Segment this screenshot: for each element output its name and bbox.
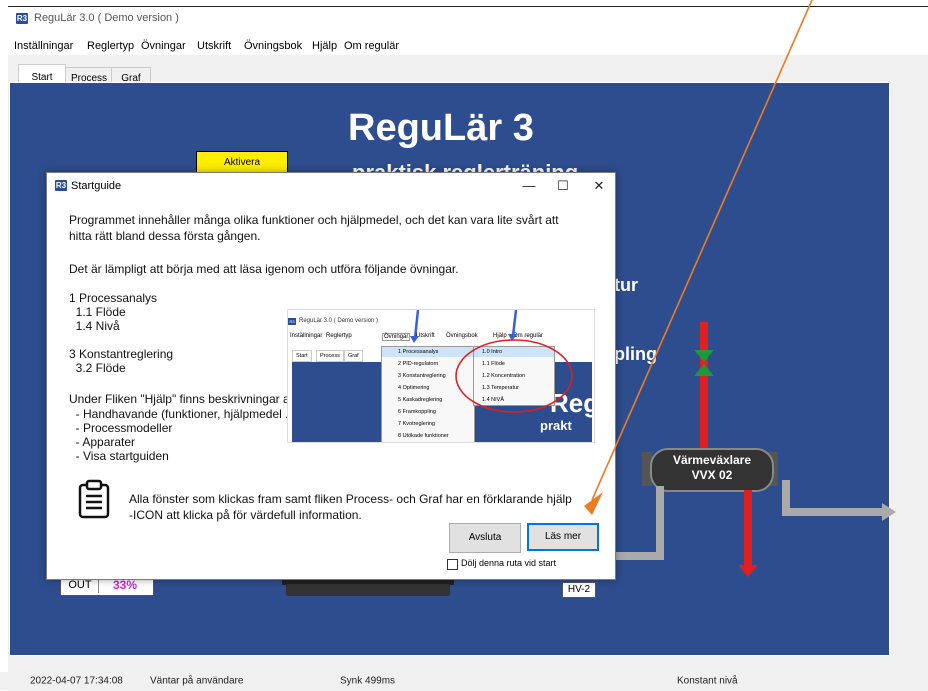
menu-installningar[interactable]: Inställningar bbox=[14, 40, 73, 52]
hot-return-pipe bbox=[744, 490, 752, 568]
menu-reglertyp[interactable]: Reglertyp bbox=[87, 40, 134, 52]
status-sync: Synk 499ms bbox=[340, 675, 396, 687]
close-button[interactable]: ✕ bbox=[587, 177, 611, 195]
exercise-item: 3 Konstantreglering bbox=[69, 347, 174, 361]
intro-line-2: hitta rätt bland dessa första gången. bbox=[69, 229, 261, 243]
help-item: - Processmodeller bbox=[69, 421, 173, 435]
menu-bar: Inställningar Reglertyp Övningar Utskrif… bbox=[8, 29, 928, 55]
exercise-item: 1.1 Flöde bbox=[69, 305, 126, 319]
blue-arrow-head-shape bbox=[410, 336, 419, 343]
intro-line-1: Programmet innehåller många olika funkti… bbox=[69, 213, 559, 227]
exercise-item: 1 Processanalys bbox=[69, 291, 158, 305]
help-item: - Handhavande (funktioner, hjälpmedel ..… bbox=[69, 407, 296, 421]
exercise-item: 1.4 Nivå bbox=[69, 319, 120, 333]
title-bar: R3 ReguLär 3.0 ( Demo version ) bbox=[8, 7, 928, 29]
help-item: - Apparater bbox=[69, 435, 136, 449]
menu-om-regular[interactable]: Om regulär bbox=[344, 40, 399, 52]
status-timestamp: 2022-04-07 17:34:08 bbox=[30, 675, 123, 687]
clipboard-icon bbox=[78, 479, 110, 519]
help-intro: Under Fliken "Hjälp" finns beskrivningar… bbox=[69, 392, 296, 406]
outlet-pipe bbox=[782, 508, 882, 516]
hide-at-start-checkbox[interactable] bbox=[447, 559, 458, 570]
footer-line-1: Alla fönster som klickas fram samt flike… bbox=[129, 492, 572, 506]
maximize-button[interactable]: ☐ bbox=[551, 177, 575, 195]
blue-arrow-shape bbox=[413, 310, 420, 339]
status-mode: Konstant nivå bbox=[677, 675, 738, 687]
footer-line-2: -ICON att klicka på för värdefull inform… bbox=[129, 508, 362, 522]
app-logo-icon: R3 bbox=[16, 13, 28, 24]
recommend-text: Det är lämpligt att börja med att läsa i… bbox=[69, 262, 459, 276]
outlet-arrow-icon bbox=[882, 503, 896, 521]
minimize-button[interactable]: — bbox=[517, 177, 541, 195]
window-title: ReguLär 3.0 ( Demo version ) bbox=[34, 12, 179, 24]
valve-hv2-label[interactable]: HV-2 bbox=[562, 582, 596, 598]
dialog-title-bar: R3 Startguide — ☐ ✕ bbox=[47, 173, 615, 199]
hot-return-arrow-icon bbox=[738, 565, 758, 577]
heat-exchanger-id: VVX 02 bbox=[691, 468, 733, 482]
red-highlight-ellipse bbox=[455, 339, 573, 413]
tank-base bbox=[286, 584, 450, 596]
hot-inlet-pipe bbox=[700, 322, 708, 450]
guide-screenshot: R3 ReguLär 3.0 ( Demo version ) Inställn… bbox=[287, 309, 595, 443]
read-more-button[interactable]: Läs mer bbox=[527, 523, 599, 551]
mini-annotations bbox=[410, 310, 573, 413]
heat-exchanger-name: Värmeväxlare bbox=[672, 453, 752, 467]
valve-icon-lower bbox=[694, 364, 714, 376]
quit-button[interactable]: Avsluta bbox=[449, 523, 521, 553]
cold-pipe-vertical bbox=[656, 486, 664, 558]
status-bar: 2022-04-07 17:34:08 Väntar på användare … bbox=[0, 672, 928, 690]
menu-ovningar[interactable]: Övningar bbox=[141, 40, 186, 52]
bg-label-tur: tur bbox=[614, 275, 638, 295]
blue-arrow-shape bbox=[511, 310, 518, 337]
menu-ovningsbok[interactable]: Övningsbok bbox=[244, 40, 302, 52]
menu-utskrift[interactable]: Utskrift bbox=[197, 40, 231, 52]
startguide-dialog: R3 Startguide — ☐ ✕ Programmet innehålle… bbox=[46, 172, 616, 580]
dialog-title: Startguide bbox=[71, 180, 122, 192]
hide-at-start-label[interactable]: Dölj denna ruta vid start bbox=[461, 558, 556, 568]
help-item: - Visa startguiden bbox=[69, 449, 169, 463]
valve-icon[interactable] bbox=[694, 350, 714, 362]
dialog-app-icon: R3 bbox=[55, 180, 67, 191]
app-big-title: ReguLär 3 bbox=[348, 107, 534, 149]
exercise-item: 3.2 Flöde bbox=[69, 361, 126, 375]
bg-label-pling: pling bbox=[614, 344, 657, 364]
status-state: Väntar på användare bbox=[150, 675, 244, 687]
menu-hjalp[interactable]: Hjälp bbox=[312, 40, 337, 52]
